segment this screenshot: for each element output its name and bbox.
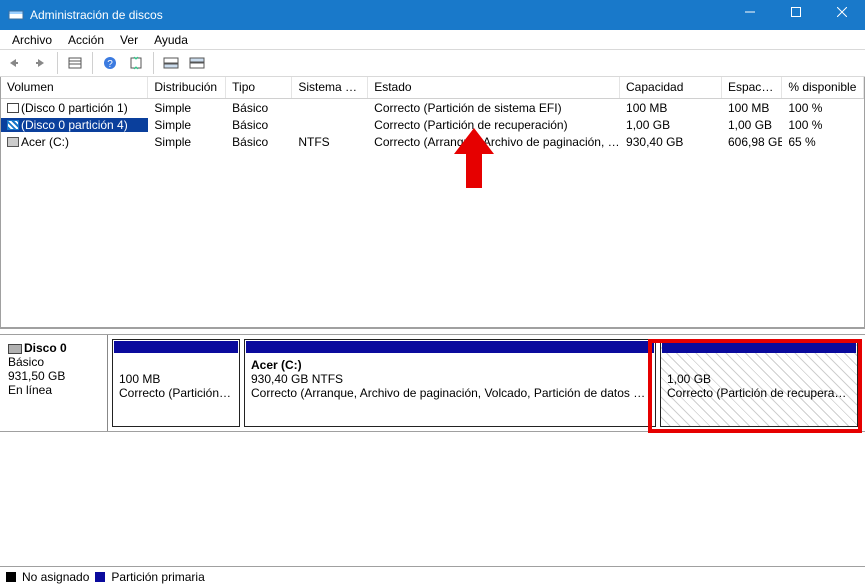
disk-top-button[interactable] bbox=[185, 52, 209, 74]
col-espacio[interactable]: Espacio ... bbox=[722, 77, 782, 98]
col-volumen[interactable]: Volumen bbox=[1, 77, 148, 98]
legend-swatch-primary bbox=[95, 572, 105, 582]
col-fs[interactable]: Sistema de ... bbox=[292, 77, 368, 98]
menu-bar: Archivo Acción Ver Ayuda bbox=[0, 30, 865, 49]
minimize-button[interactable] bbox=[727, 0, 773, 30]
col-capacidad[interactable]: Capacidad bbox=[620, 77, 722, 98]
help-button[interactable]: ? bbox=[98, 52, 122, 74]
maximize-button[interactable] bbox=[773, 0, 819, 30]
disk-title: Disco 0 bbox=[24, 341, 67, 355]
legend-swatch-unalloc bbox=[6, 572, 16, 582]
toolbar: ? bbox=[0, 49, 865, 77]
svg-text:?: ? bbox=[107, 59, 113, 70]
volume-row[interactable]: Acer (C:)SimpleBásicoNTFSCorrecto (Arran… bbox=[1, 133, 864, 150]
back-button[interactable] bbox=[2, 52, 26, 74]
volume-icon bbox=[7, 103, 19, 113]
col-estado[interactable]: Estado bbox=[368, 77, 620, 98]
col-pct[interactable]: % disponible bbox=[782, 77, 864, 98]
forward-button[interactable] bbox=[28, 52, 52, 74]
col-distribucion[interactable]: Distribución bbox=[148, 77, 226, 98]
disk-state: En línea bbox=[8, 383, 99, 397]
menu-archivo[interactable]: Archivo bbox=[4, 31, 60, 49]
disk-bottom-button[interactable] bbox=[159, 52, 183, 74]
disk-icon bbox=[8, 344, 22, 354]
volume-row[interactable]: (Disco 0 partición 4)SimpleBásicoCorrect… bbox=[1, 116, 864, 133]
volumes-grid: Volumen Distribución Tipo Sistema de ...… bbox=[0, 77, 865, 328]
volume-icon bbox=[7, 120, 19, 130]
legend: No asignado Partición primaria bbox=[0, 566, 865, 586]
close-button[interactable] bbox=[819, 0, 865, 30]
disk-info[interactable]: Disco 0 Básico 931,50 GB En línea bbox=[0, 335, 108, 431]
partition-block[interactable]: 1,00 GBCorrecto (Partición de recuperaci… bbox=[660, 339, 858, 427]
disk-type: Básico bbox=[8, 355, 99, 369]
partition-block[interactable]: Acer (C:)930,40 GB NTFSCorrecto (Arranqu… bbox=[244, 339, 656, 427]
partitions-area: 100 MBCorrecto (Partición de sAcer (C:)9… bbox=[108, 335, 865, 431]
refresh-button[interactable] bbox=[124, 52, 148, 74]
app-icon bbox=[8, 7, 24, 23]
volume-icon bbox=[7, 137, 19, 147]
menu-ver[interactable]: Ver bbox=[112, 31, 146, 49]
menu-accion[interactable]: Acción bbox=[60, 31, 112, 49]
disk-size: 931,50 GB bbox=[8, 369, 99, 383]
toolbar-separator bbox=[92, 52, 93, 74]
toolbar-separator bbox=[57, 52, 58, 74]
menu-ayuda[interactable]: Ayuda bbox=[146, 31, 196, 49]
grid-header: Volumen Distribución Tipo Sistema de ...… bbox=[1, 77, 864, 99]
toolbar-separator bbox=[153, 52, 154, 74]
partition-block[interactable]: 100 MBCorrecto (Partición de s bbox=[112, 339, 240, 427]
col-tipo[interactable]: Tipo bbox=[226, 77, 292, 98]
disk-map: Disco 0 Básico 931,50 GB En línea 100 MB… bbox=[0, 335, 865, 432]
pane-divider[interactable] bbox=[0, 328, 865, 335]
legend-primary: Partición primaria bbox=[111, 570, 204, 584]
view-list-button[interactable] bbox=[63, 52, 87, 74]
volume-row[interactable]: (Disco 0 partición 1)SimpleBásicoCorrect… bbox=[1, 99, 864, 116]
title-bar: Administración de discos bbox=[0, 0, 865, 30]
window-title: Administración de discos bbox=[30, 8, 727, 22]
legend-unalloc: No asignado bbox=[22, 570, 89, 584]
